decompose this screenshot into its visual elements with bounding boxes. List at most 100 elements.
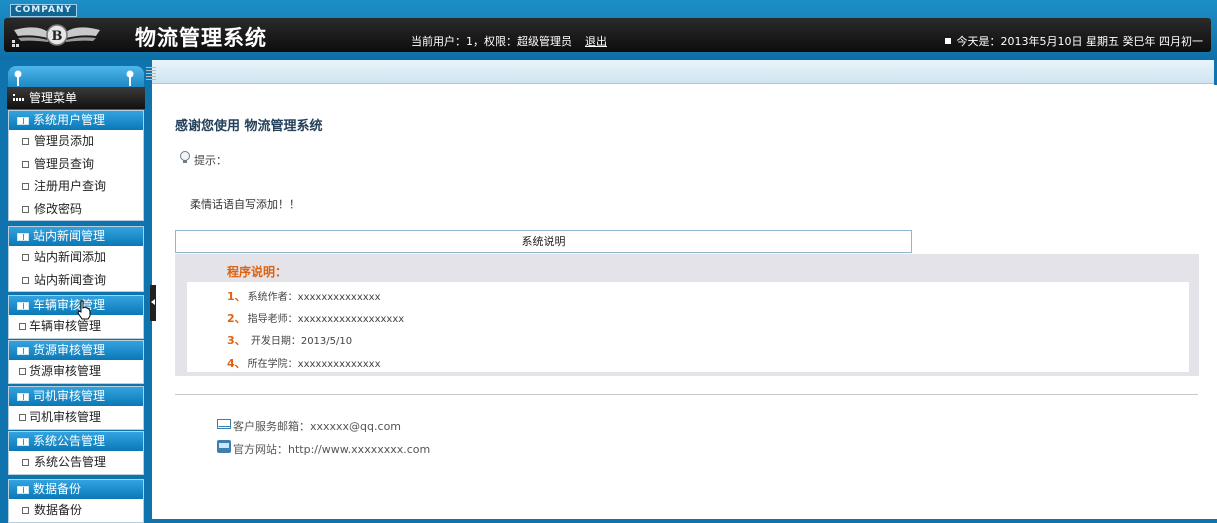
website-icon [217,440,231,453]
resize-grip[interactable] [146,67,156,81]
item-square-icon [22,205,29,213]
menu-group-vehicle: 车辆审核管理 车辆审核管理 [8,295,144,339]
item-square-icon [22,459,29,466]
menu-group-driver: 司机审核管理 司机审核管理 [8,386,144,430]
group-label: 系统公告管理 [33,434,106,448]
main-content: 感谢您使用 物流管理系统 提示： 柔情话语自写添加！！ 系统说明 程序说明： 1… [156,85,1217,523]
line-number: 3、 [227,334,246,347]
menu-group-notice: 系统公告管理 系统公告管理 [8,431,144,475]
sidebar-item-change-password[interactable]: 修改密码 [9,198,143,221]
line-text: 指导老师：xxxxxxxxxxxxxxxxxx [247,314,405,325]
lightbulb-icon [180,151,190,163]
content-toolbar [152,60,1217,84]
menu-group-title[interactable]: 数据备份 [9,480,143,499]
sidebar-item-vehicle-review[interactable]: 车辆审核管理 [9,315,143,338]
sidebar: 管理菜单 系统用户管理 管理员添加 管理员查询 注册用户查询 修改密码 站内新闻… [0,60,152,523]
program-line: 4、 所在学院：xxxxxxxxxxxxxx [227,355,381,371]
group-book-icon [17,347,29,355]
menu-title: 管理菜单 [29,91,78,105]
group-book-icon [17,393,29,401]
menu-group-title[interactable]: 站内新闻管理 [9,227,143,246]
program-line: 3、 开发日期：2013/5/10 [227,332,352,348]
menu-group-title[interactable]: 司机审核管理 [9,387,143,406]
date-bullet-icon [944,38,951,44]
logout-link[interactable]: 退出 [585,33,607,49]
item-square-icon [19,368,26,375]
sidebar-item-cargo-review[interactable]: 货源审核管理 [9,360,143,383]
menu-header: 管理菜单 [7,87,145,109]
item-label: 注册用户查询 [34,179,107,193]
item-square-icon [22,183,29,190]
item-label: 管理员查询 [34,156,95,171]
item-square-icon [19,414,26,421]
sidebar-item-data-backup[interactable]: 数据备份 [9,499,143,522]
system-description-header: 系统说明 [175,230,912,253]
group-label: 司机审核管理 [33,389,106,403]
app-header: COMPANY B 物流管理系统 当前用户：1，权限：超级管理员 退出 今天是：… [0,0,1217,60]
official-website[interactable]: 官方网站：http://www.xxxxxxxx.com [233,441,430,457]
line-text: 系统作者：xxxxxxxxxxxxxx [247,292,381,303]
item-label: 管理员添加 [34,134,95,148]
group-book-icon [17,486,29,494]
line-text: 所在学院：xxxxxxxxxxxxxx [247,359,381,370]
item-label: 站内新闻添加 [34,250,107,264]
menu-group-news: 站内新闻管理 站内新闻添加 站内新闻查询 [8,226,144,292]
date-display: 今天是：2013年5月10日 星期五 癸巳年 四月初一 [944,33,1203,49]
item-square-icon [22,160,29,168]
content-divider [175,394,1198,395]
line-number: 2、 [227,312,246,325]
line-number: 1、 [227,290,246,303]
svg-text:B: B [52,29,63,44]
item-label: 货源审核管理 [29,364,102,378]
app-title: 物流管理系统 [135,25,267,50]
custom-message: 柔情话语自写添加！！ [190,198,300,211]
sidebar-item-news-query[interactable]: 站内新闻查询 [9,269,143,292]
bottom-frame-edge [152,519,1217,523]
item-label: 站内新闻查询 [34,272,107,287]
mail-icon [217,419,231,429]
hint-label: 提示： [194,154,227,167]
program-line: 1、 系统作者：xxxxxxxxxxxxxx [227,288,381,304]
menu-group-title[interactable]: 系统公告管理 [9,432,143,451]
hand-cursor-icon [77,300,91,320]
item-square-icon [22,254,29,261]
current-user-info: 当前用户：1，权限：超级管理员 [411,35,572,48]
program-title: 程序说明： [227,265,288,279]
group-label: 系统用户管理 [33,113,106,127]
sidebar-item-admin-query[interactable]: 管理员查询 [9,153,143,176]
item-square-icon [22,276,29,284]
item-square-icon [22,138,29,145]
menu-group-title[interactable]: 货源审核管理 [9,341,143,360]
line-text: 开发日期：2013/5/10 [247,336,353,347]
item-label: 车辆审核管理 [29,319,102,333]
group-book-icon [17,302,29,310]
item-label: 司机审核管理 [29,410,102,424]
sidebar-item-admin-add[interactable]: 管理员添加 [9,130,143,153]
sidebar-item-driver-review[interactable]: 司机审核管理 [9,406,143,429]
sidebar-item-user-query[interactable]: 注册用户查询 [9,175,143,198]
line-number: 4、 [227,357,246,370]
menu-group-title[interactable]: 系统用户管理 [9,111,143,130]
pin-icon [126,70,134,86]
welcome-title: 感谢您使用 物流管理系统 [175,119,323,134]
item-label: 系统公告管理 [34,455,107,469]
program-info-box: 1、 系统作者：xxxxxxxxxxxxxx 2、 指导老师：xxxxxxxxxxx… [187,282,1189,372]
sidebar-item-news-add[interactable]: 站内新闻添加 [9,246,143,269]
item-square-icon [22,507,29,514]
group-label: 货源审核管理 [33,343,106,357]
program-line: 2、 指导老师：xxxxxxxxxxxxxxxxxx [227,310,404,326]
company-badge: COMPANY [10,4,77,17]
item-label: 修改密码 [34,201,83,216]
group-book-icon [17,117,29,125]
menu-group-title[interactable]: 车辆审核管理 [9,296,143,315]
item-label: 数据备份 [34,503,83,517]
pin-icon [14,70,22,86]
service-email: 客户服务邮箱：xxxxxx@qq.com [233,420,402,433]
group-label: 车辆审核管理 [33,298,106,312]
sidebar-item-notice-manage[interactable]: 系统公告管理 [9,451,143,474]
system-description-panel: 程序说明： 1、 系统作者：xxxxxxxxxxxxxx 2、 指导老师：xxxxx… [175,254,1199,376]
menu-group-cargo: 货源审核管理 货源审核管理 [8,340,144,384]
menu-grid-icon [13,94,24,101]
sidebar-top-cap [8,66,144,88]
date-text: 今天是：2013年5月10日 星期五 癸巳年 四月初一 [956,35,1203,48]
